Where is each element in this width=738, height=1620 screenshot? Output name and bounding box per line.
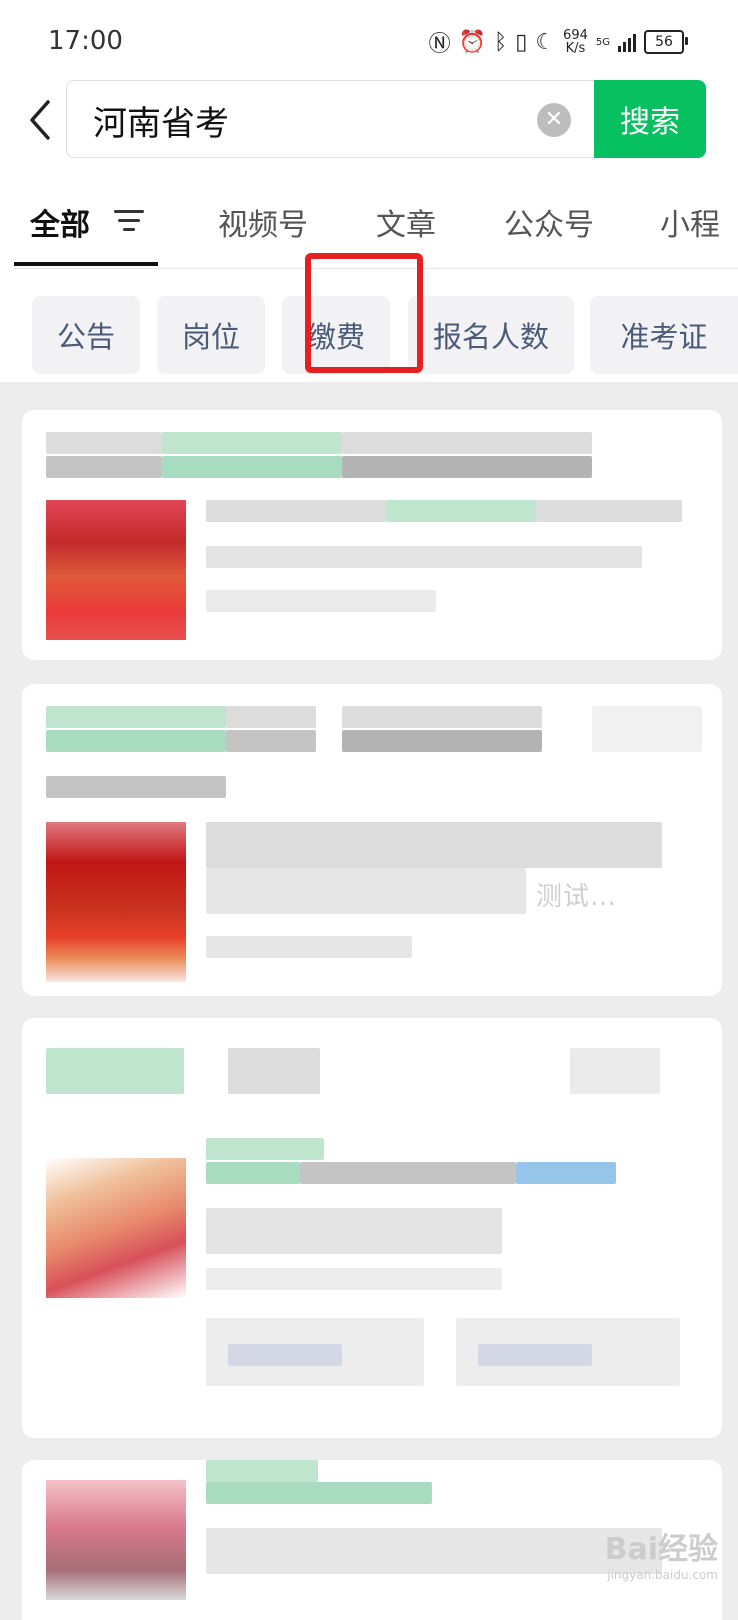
signal-type: 5G: [595, 36, 610, 48]
chip-positions[interactable]: 岗位: [157, 296, 265, 374]
moon-icon: ☾: [535, 29, 556, 55]
search-box[interactable]: ✕: [66, 80, 594, 158]
clear-icon[interactable]: ✕: [537, 103, 571, 137]
tab-mini-programs[interactable]: 小程: [660, 200, 720, 244]
chip-announcement[interactable]: 公告: [32, 296, 140, 374]
net-speed: 694 K/s: [563, 29, 588, 55]
result-thumbnail: [46, 500, 186, 640]
tab-articles[interactable]: 文章: [376, 200, 436, 244]
result-thumbnail: [46, 1158, 186, 1298]
result-thumbnail: [46, 822, 186, 982]
status-icons: Ⓝ ⏰ ᛒ ▯ ☾ 694 K/s 5G 56: [428, 26, 688, 58]
bluetooth-icon: ᛒ: [494, 29, 508, 55]
tab-all[interactable]: 全部: [30, 200, 90, 244]
chip-applicant-count[interactable]: 报名人数: [408, 296, 574, 374]
battery-icon: 56: [644, 30, 688, 54]
search-bar: ✕ 搜索: [0, 80, 738, 170]
clock: 17:00: [48, 26, 123, 56]
alarm-icon: ⏰: [458, 29, 486, 55]
net-speed-unit: K/s: [565, 41, 586, 56]
result-card[interactable]: [22, 1018, 722, 1438]
baidu-jingyan-watermark: Bai经验 jingyan.baidu.com: [605, 1524, 718, 1582]
tab-official-accounts[interactable]: 公众号: [504, 200, 594, 244]
red-highlight-box: [305, 253, 423, 373]
search-input[interactable]: [91, 97, 495, 143]
signal-icon: [618, 32, 636, 52]
filter-icon[interactable]: [114, 210, 144, 234]
watermark-url: jingyan.baidu.com: [607, 1568, 718, 1582]
result-card[interactable]: 测试…: [22, 684, 722, 996]
vibrate-icon: ▯: [515, 29, 528, 55]
back-icon[interactable]: [24, 98, 58, 142]
battery-level: 56: [655, 34, 673, 50]
chip-admission-ticket[interactable]: 准考证: [590, 296, 738, 374]
result-card[interactable]: [22, 410, 722, 660]
search-button[interactable]: 搜索: [594, 80, 706, 158]
status-bar: 17:00 Ⓝ ⏰ ᛒ ▯ ☾ 694 K/s 5G 56: [0, 0, 738, 80]
tab-channels[interactable]: 视频号: [218, 200, 308, 244]
truncated-text: 测试…: [536, 882, 618, 912]
nfc-icon: Ⓝ: [428, 32, 451, 57]
result-thumbnail: [46, 1480, 186, 1600]
active-tab-indicator: [14, 262, 158, 266]
watermark-brand: Bai经验: [604, 1532, 718, 1567]
